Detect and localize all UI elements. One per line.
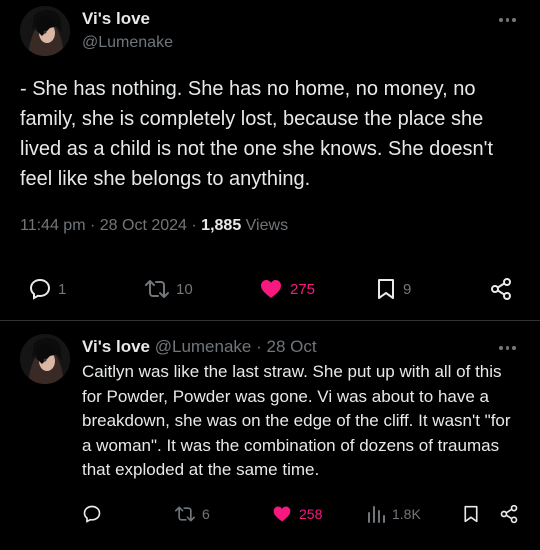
share-button[interactable] bbox=[499, 504, 519, 524]
more-icon[interactable] bbox=[499, 18, 516, 22]
meta-separator: · bbox=[191, 217, 202, 234]
avatar-image bbox=[20, 334, 70, 384]
reply-text: Caitlyn was like the last straw. She put… bbox=[82, 362, 511, 479]
reply-header: Vi's love @Lumenake · 28 Oct bbox=[82, 337, 317, 357]
like-button[interactable]: 258 bbox=[271, 504, 322, 524]
bookmark-button[interactable] bbox=[462, 504, 480, 524]
tweet-date[interactable]: 28 Oct 2024 bbox=[100, 217, 187, 234]
reply-more-icon[interactable] bbox=[499, 346, 516, 350]
heart-icon bbox=[261, 280, 281, 298]
repost-icon bbox=[174, 506, 195, 522]
repost-count: 6 bbox=[202, 506, 210, 522]
reply-avatar[interactable] bbox=[20, 334, 70, 384]
share-icon bbox=[500, 504, 518, 524]
like-count: 258 bbox=[299, 506, 323, 522]
display-name[interactable]: Vi's love bbox=[82, 9, 150, 29]
reply-date[interactable]: 28 Oct bbox=[267, 337, 317, 356]
repost-button[interactable]: 6 bbox=[174, 504, 210, 524]
avatar-image bbox=[20, 6, 70, 56]
views-label: Views bbox=[245, 217, 289, 234]
like-count: 275 bbox=[290, 280, 316, 298]
divider bbox=[0, 320, 540, 321]
views-count[interactable]: 1,885 bbox=[201, 217, 241, 234]
repost-count: 10 bbox=[176, 280, 193, 298]
views-icon bbox=[368, 506, 385, 523]
reply-button[interactable]: 1 bbox=[28, 277, 66, 301]
like-button[interactable]: 275 bbox=[258, 277, 315, 301]
views-button[interactable]: 1.8K bbox=[366, 504, 421, 524]
reply-count: 1 bbox=[58, 280, 67, 298]
share-icon bbox=[491, 278, 511, 300]
reply-button[interactable] bbox=[82, 504, 102, 524]
bookmark-icon bbox=[378, 279, 394, 299]
heart-icon bbox=[273, 506, 291, 522]
reply-icon bbox=[83, 505, 101, 523]
reply-handle[interactable]: @Lumenake bbox=[155, 337, 252, 356]
avatar[interactable] bbox=[20, 6, 70, 56]
reply-display-name[interactable]: Vi's love bbox=[82, 337, 150, 356]
meta-separator: · bbox=[256, 337, 262, 356]
views-count: 1.8K bbox=[392, 506, 421, 522]
repost-icon bbox=[145, 280, 169, 298]
bookmark-icon bbox=[464, 505, 478, 523]
reply-icon bbox=[29, 278, 51, 300]
tweet-meta: 11:44 pm · 28 Oct 2024 · 1,885 Views bbox=[20, 217, 288, 235]
share-button[interactable] bbox=[489, 277, 513, 301]
repost-button[interactable]: 10 bbox=[144, 277, 193, 301]
bookmark-count: 9 bbox=[403, 280, 412, 298]
bookmark-button[interactable]: 9 bbox=[375, 277, 411, 301]
tweet-text: - She has nothing. She has no home, no m… bbox=[20, 78, 493, 190]
tweet-time[interactable]: 11:44 pm bbox=[20, 217, 86, 234]
handle[interactable]: @Lumenake bbox=[82, 34, 173, 52]
meta-separator: · bbox=[89, 217, 100, 234]
